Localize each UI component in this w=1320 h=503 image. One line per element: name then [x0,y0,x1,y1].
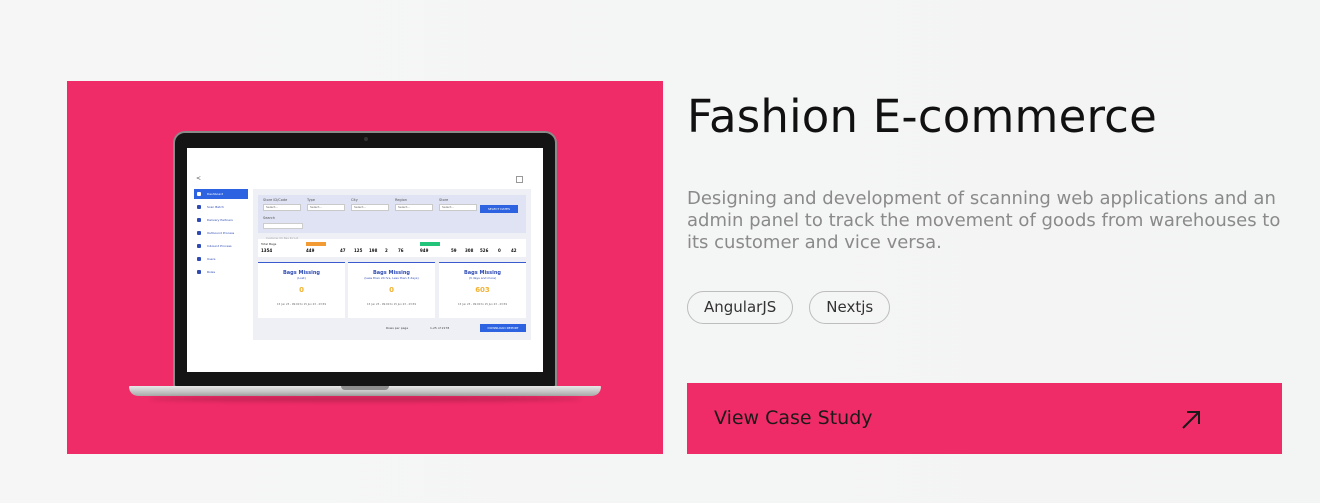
sidebar-item-outbound: Outbound Process [194,228,248,238]
outbound-icon [197,231,201,235]
stat-value: 526 [480,248,489,253]
search-label: Search [263,216,276,220]
summary-card: Bags Missing (3 days and more) 603 15 Ju… [439,262,526,318]
laptop-shadow [149,396,581,402]
status-badge [306,242,326,246]
stat-value: 0 [498,248,501,253]
summary-card: Bags Missing (Lost) 0 15 Jun 23 - 09:00 … [258,262,345,318]
tech-tags: AngularJS Nextjs [687,291,891,324]
project-description: Designing and development of scanning we… [687,188,1281,253]
users-icon [197,257,201,261]
dashboard-topbar: < [187,148,543,184]
cta-label: View Case Study [714,407,873,429]
download-report-button: DOWNLOAD REPORT [480,324,526,332]
scan-icon [197,205,201,209]
roles-icon [197,270,201,274]
stat-value: 308 [465,248,474,253]
sidebar-item-scan: Scan Batch [194,202,248,212]
view-case-study-button[interactable]: View Case Study [687,383,1282,454]
sidebar-item-roles: Roles [194,267,248,277]
stat-value: 76 [398,248,404,253]
filter-city: City Select... [351,198,389,211]
filter-region: Region Select... [395,198,433,211]
truck-icon [197,218,201,222]
project-image-card: < Dashboard Scan Batch Delivery Partners… [67,81,663,454]
tag-angularjs: AngularJS [687,291,794,324]
sidebar-item-dashboard: Dashboard [194,189,248,199]
stat-value: 59 [451,248,457,253]
filter-bar: Store ID/Code Select... Type Select... Cit… [258,195,526,240]
laptop-lid: < Dashboard Scan Batch Delivery Partners… [173,131,557,388]
laptop-mockup: < Dashboard Scan Batch Delivery Partners… [129,131,601,404]
summary-card: Bags Missing (Less than 24 hrs, Less tha… [348,262,435,318]
filter-type: Type Select... [307,198,345,211]
sidebar-item-delivery: Delivery Partners [194,215,248,225]
project-title: Fashion E-commerce [687,90,1157,143]
stat-value: 125 [354,248,363,253]
sidebar-item-users: Users [194,254,248,264]
status-badge [420,242,440,246]
stat-value: 449 [306,248,315,253]
sidebar-item-inbound: Inbound Process [194,241,248,251]
dashboard-icon [197,192,201,196]
filter-store: Store ID/Code Select... [263,198,301,211]
laptop-screen: < Dashboard Scan Batch Delivery Partners… [187,148,543,372]
arrow-up-right-icon [1182,411,1200,429]
summary-cards: Bags Missing (Lost) 0 15 Jun 23 - 09:00 … [258,262,526,318]
laptop-notch [341,386,389,390]
stat-value: 949 [420,248,429,253]
stat-value: 198 [369,248,378,253]
stat-value: 1354 [261,248,273,253]
dashboard-main: Store ID/Code Select... Type Select... Cit… [253,189,531,340]
dashboard-sidebar: Dashboard Scan Batch Delivery Partners O… [194,189,248,339]
stat-value: 2 [385,248,388,253]
tag-nextjs: Nextjs [809,291,891,324]
back-icon: < [196,175,202,182]
pagination: Rows per page 1-25 of 2178 DOWNLOAD REPO… [258,322,526,334]
stat-value: 42 [511,248,517,253]
select-dates-button: SELECT DATES [480,205,518,213]
stat-value: 47 [340,248,346,253]
stats-row: Total Bags 1354 449 47 125 198 2 76 949 … [258,239,526,257]
camera-dot [364,137,368,141]
inbound-icon [197,244,201,248]
search-input: Customer ID/ Bag ID/ Lot [263,223,303,240]
filter-store-name: Store Select... [439,198,477,211]
menu-icon [516,176,523,183]
